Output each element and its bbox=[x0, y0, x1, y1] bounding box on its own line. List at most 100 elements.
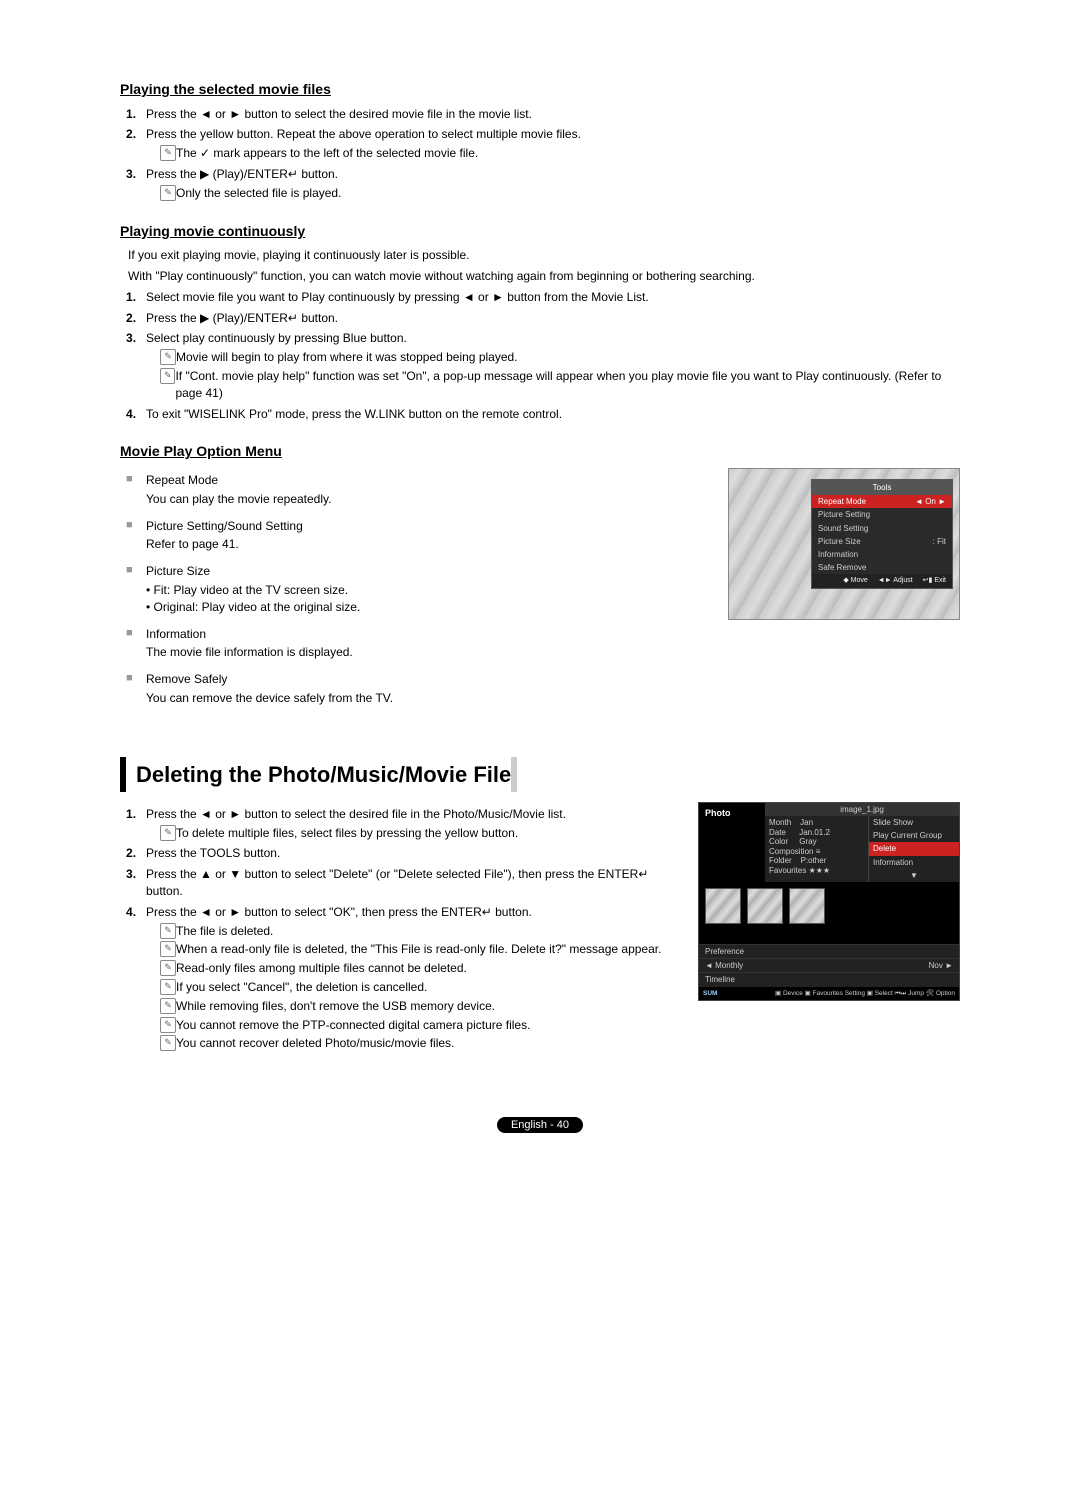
page-number: English - 40 bbox=[497, 1117, 583, 1133]
tools-title: Tools bbox=[812, 480, 952, 495]
thumbnail[interactable] bbox=[705, 888, 741, 924]
step-text: Press the TOOLS button. bbox=[146, 846, 280, 860]
option-name: Repeat Mode bbox=[146, 472, 708, 489]
main-heading: Deleting the Photo/Music/Movie File bbox=[120, 757, 517, 792]
option-desc: Refer to page 41. bbox=[146, 536, 708, 553]
page-footer: English - 40 bbox=[120, 1116, 960, 1133]
menu-row[interactable]: Safe Remove bbox=[812, 561, 952, 574]
list-item: Select movie file you want to Play conti… bbox=[146, 289, 960, 306]
note-icon: ✎ bbox=[160, 1035, 176, 1051]
step-text: Press the ▶ (Play)/ENTER↵ button. bbox=[146, 311, 338, 325]
step-text: Press the ◄ or ► button to select the de… bbox=[146, 107, 532, 121]
thumbnail[interactable] bbox=[789, 888, 825, 924]
bullet-item: Original: Play video at the original siz… bbox=[146, 599, 708, 616]
filename: image_1.jpg bbox=[765, 803, 959, 816]
option-item: Remove Safely You can remove the device … bbox=[146, 671, 708, 707]
step-text: Press the ▲ or ▼ button to select "Delet… bbox=[146, 867, 648, 898]
note-text: Read-only files among multiple files can… bbox=[176, 960, 467, 977]
list-item: Press the TOOLS button. bbox=[146, 845, 678, 862]
note-text: The file is deleted. bbox=[176, 923, 273, 940]
side-tabs: Preference ◄ Monthly Nov ► Timeline bbox=[699, 944, 959, 987]
bullet-item: Fit: Play video at the TV screen size. bbox=[146, 582, 708, 599]
note-icon: ✎ bbox=[160, 941, 176, 957]
step-text: Press the ▶ (Play)/ENTER↵ button. bbox=[146, 167, 338, 181]
note-icon: ✎ bbox=[160, 825, 176, 841]
option-desc: You can remove the device safely from th… bbox=[146, 690, 708, 707]
note-text: Movie will begin to play from where it w… bbox=[176, 349, 518, 366]
note-text: Only the selected file is played. bbox=[176, 185, 341, 202]
tab-timeline[interactable]: Timeline bbox=[699, 972, 959, 986]
ordered-list: Press the ◄ or ► button to select the de… bbox=[120, 106, 960, 202]
step-text: Press the yellow button. Repeat the abov… bbox=[146, 127, 581, 141]
note-text: When a read-only file is deleted, the "T… bbox=[176, 941, 661, 958]
list-item: Press the ▲ or ▼ button to select "Delet… bbox=[146, 866, 678, 900]
menu-row[interactable]: Information bbox=[812, 548, 952, 561]
photo-info: Month Jan Date Jan.01.2 Color Gray Compo… bbox=[765, 816, 868, 882]
tools-bottom-bar: ◆ Move ◄► Adjust ↩▮ Exit bbox=[812, 574, 952, 588]
option-desc: You can play the movie repeatedly. bbox=[146, 491, 708, 508]
paragraph: With "Play continuously" function, you c… bbox=[128, 268, 960, 285]
menu-row[interactable]: Sound Setting bbox=[812, 522, 952, 535]
step-text: Select play continuously by pressing Blu… bbox=[146, 331, 407, 345]
note-text: You cannot remove the PTP-connected digi… bbox=[176, 1017, 530, 1034]
note-text: To delete multiple files, select files b… bbox=[176, 825, 518, 842]
option-desc: The movie file information is displayed. bbox=[146, 644, 708, 661]
list-item: Press the ◄ or ► button to select "OK", … bbox=[146, 904, 678, 1052]
menu-item[interactable]: Information bbox=[869, 856, 959, 869]
option-name: Picture Setting/Sound Setting bbox=[146, 518, 708, 535]
list-item: Press the ▶ (Play)/ENTER↵ button. ✎Only … bbox=[146, 166, 960, 202]
paragraph: If you exit playing movie, playing it co… bbox=[128, 247, 960, 264]
note-icon: ✎ bbox=[160, 960, 176, 976]
menu-item[interactable]: Slide Show bbox=[869, 816, 959, 829]
sub-bullets: Fit: Play video at the TV screen size. O… bbox=[146, 582, 708, 616]
bottom-bar: SUM ▣ Device ▣ Favourites Setting ▣ Sele… bbox=[699, 987, 959, 1000]
bottom-legend: ▣ Device ▣ Favourites Setting ▣ Select ⏮… bbox=[775, 989, 955, 998]
menu-row[interactable]: Picture Size: Fit bbox=[812, 535, 952, 548]
menu-item[interactable]: Play Current Group bbox=[869, 829, 959, 842]
note-text: You cannot recover deleted Photo/music/m… bbox=[176, 1035, 454, 1052]
option-list: Repeat Mode You can play the movie repea… bbox=[120, 472, 708, 707]
note-icon: ✎ bbox=[160, 349, 176, 365]
note-text: While removing files, don't remove the U… bbox=[176, 998, 495, 1015]
ordered-list: Press the ◄ or ► button to select the de… bbox=[120, 806, 678, 1052]
note-icon: ✎ bbox=[160, 998, 176, 1014]
ordered-list: Select movie file you want to Play conti… bbox=[120, 289, 960, 423]
tab-preference[interactable]: Preference bbox=[699, 944, 959, 958]
tools-menu-screenshot: Tools Repeat Mode◄ On ► Picture Setting … bbox=[728, 468, 960, 620]
option-item: Picture Size Fit: Play video at the TV s… bbox=[146, 563, 708, 615]
menu-row[interactable]: Picture Setting bbox=[812, 508, 952, 521]
option-item: Picture Setting/Sound Setting Refer to p… bbox=[146, 518, 708, 554]
photo-header: Photo bbox=[699, 803, 765, 882]
thumbnail[interactable] bbox=[747, 888, 783, 924]
menu-row-repeat[interactable]: Repeat Mode◄ On ► bbox=[812, 495, 952, 508]
list-item: Select play continuously by pressing Blu… bbox=[146, 330, 960, 401]
thumbnail-row bbox=[699, 882, 959, 944]
list-item: To exit "WISELINK Pro" mode, press the W… bbox=[146, 406, 960, 423]
option-name: Picture Size bbox=[146, 563, 708, 580]
step-text: Press the ◄ or ► button to select the de… bbox=[146, 807, 566, 821]
step-text: Press the ◄ or ► button to select "OK", … bbox=[146, 905, 532, 919]
step-text: To exit "WISELINK Pro" mode, press the W… bbox=[146, 407, 562, 421]
menu-item-delete[interactable]: Delete bbox=[869, 842, 959, 855]
note-icon: ✎ bbox=[160, 368, 175, 384]
section-heading: Movie Play Option Menu bbox=[120, 442, 960, 462]
sum-label: SUM bbox=[703, 989, 717, 998]
note-icon: ✎ bbox=[160, 923, 176, 939]
list-item: Press the ▶ (Play)/ENTER↵ button. bbox=[146, 310, 960, 327]
note-icon: ✎ bbox=[160, 1017, 176, 1033]
note-text: If you select "Cancel", the deletion is … bbox=[176, 979, 427, 996]
photo-browser-screenshot: Photo image_1.jpg Month Jan Date Jan.01.… bbox=[698, 802, 960, 1001]
list-item: Press the ◄ or ► button to select the de… bbox=[146, 806, 678, 842]
context-menu: Slide Show Play Current Group Delete Inf… bbox=[868, 816, 959, 882]
note-icon: ✎ bbox=[160, 979, 176, 995]
option-item: Information The movie file information i… bbox=[146, 626, 708, 662]
option-name: Remove Safely bbox=[146, 671, 708, 688]
section-heading: Playing movie continuously bbox=[120, 222, 960, 242]
step-text: Select movie file you want to Play conti… bbox=[146, 290, 649, 304]
tab-monthly[interactable]: ◄ Monthly Nov ► bbox=[699, 958, 959, 972]
list-item: Press the ◄ or ► button to select the de… bbox=[146, 106, 960, 123]
note-text: If "Cont. movie play help" function was … bbox=[175, 368, 960, 402]
option-name: Information bbox=[146, 626, 708, 643]
section-heading: Playing the selected movie files bbox=[120, 80, 960, 100]
main-heading-text: Deleting the Photo/Music/Movie File bbox=[136, 762, 511, 787]
